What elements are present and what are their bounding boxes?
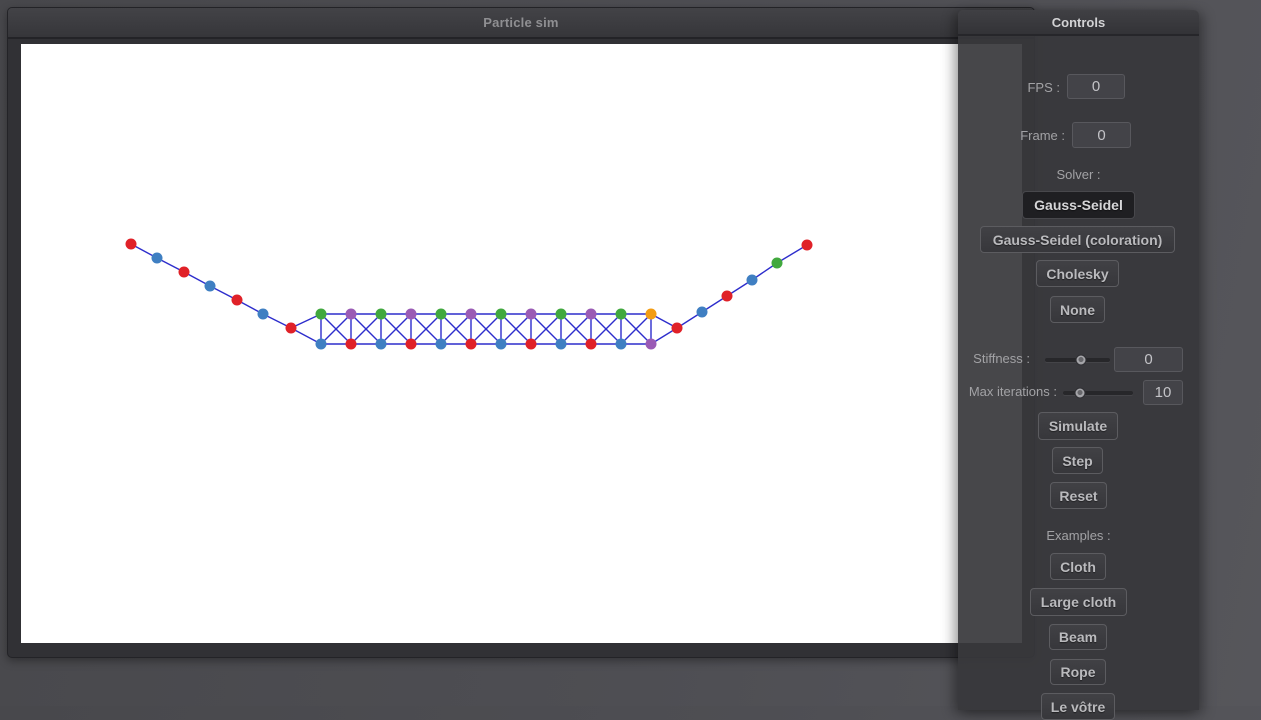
- particle-node[interactable]: [556, 309, 567, 320]
- particle-node[interactable]: [316, 309, 327, 320]
- solver-none-button[interactable]: None: [1050, 296, 1105, 323]
- controls-titlebar[interactable]: Controls: [958, 10, 1199, 36]
- particle-node[interactable]: [406, 339, 417, 350]
- particle-node[interactable]: [205, 281, 216, 292]
- max-iterations-slider[interactable]: [1063, 383, 1133, 403]
- particle-node[interactable]: [672, 323, 683, 334]
- particle-node[interactable]: [346, 339, 357, 350]
- controls-title: Controls: [1052, 15, 1105, 30]
- example-beam-button[interactable]: Beam: [1049, 624, 1107, 650]
- particle-node[interactable]: [586, 339, 597, 350]
- fps-label: FPS :: [958, 81, 1060, 95]
- particle-node[interactable]: [722, 291, 733, 302]
- particle-node[interactable]: [436, 339, 447, 350]
- stiffness-label: Stiffness :: [958, 352, 1030, 366]
- simulate-button[interactable]: Simulate: [1038, 412, 1118, 440]
- particle-node[interactable]: [179, 267, 190, 278]
- particle-node[interactable]: [376, 339, 387, 350]
- stiffness-value-box[interactable]: 0: [1114, 347, 1183, 372]
- max-iterations-slider-thumb[interactable]: [1074, 388, 1085, 399]
- particle-node[interactable]: [232, 295, 243, 306]
- particle-node[interactable]: [126, 239, 137, 250]
- particle-node[interactable]: [556, 339, 567, 350]
- example-rope-button[interactable]: Rope: [1050, 659, 1106, 685]
- particle-node[interactable]: [646, 309, 657, 320]
- particle-node[interactable]: [646, 339, 657, 350]
- particle-node[interactable]: [316, 339, 327, 350]
- particle-node[interactable]: [496, 309, 507, 320]
- fps-value-box: 0: [1067, 74, 1125, 99]
- particle-node[interactable]: [616, 309, 627, 320]
- simulation-canvas[interactable]: [21, 44, 1022, 643]
- particle-node[interactable]: [802, 240, 813, 251]
- example-le-votre-button[interactable]: Le vôtre: [1041, 693, 1115, 720]
- simulation-svg[interactable]: [21, 44, 1022, 643]
- particle-node[interactable]: [586, 309, 597, 320]
- example-cloth-button[interactable]: Cloth: [1050, 553, 1106, 580]
- particle-node[interactable]: [526, 309, 537, 320]
- particle-node[interactable]: [436, 309, 447, 320]
- max-iterations-value-box[interactable]: 10: [1143, 380, 1183, 405]
- max-iterations-label: Max iterations :: [958, 385, 1057, 399]
- solver-gauss-seidel-button[interactable]: Gauss-Seidel: [1022, 191, 1135, 219]
- examples-label: Examples :: [958, 529, 1199, 543]
- particle-node[interactable]: [496, 339, 507, 350]
- controls-window: Controls FPS : 0 Frame : 0 Solver : Gaus…: [958, 10, 1199, 710]
- particle-sim-title: Particle sim: [483, 15, 558, 30]
- particle-node[interactable]: [258, 309, 269, 320]
- solver-label: Solver :: [958, 168, 1199, 182]
- particle-node[interactable]: [152, 253, 163, 264]
- reset-button[interactable]: Reset: [1050, 482, 1107, 509]
- particle-node[interactable]: [466, 339, 477, 350]
- particle-node[interactable]: [406, 309, 417, 320]
- particle-node[interactable]: [376, 309, 387, 320]
- particle-sim-titlebar[interactable]: Particle sim: [8, 8, 1034, 39]
- frame-value-box: 0: [1072, 122, 1131, 148]
- controls-body: FPS : 0 Frame : 0 Solver : Gauss-Seidel …: [958, 36, 1199, 710]
- particle-node[interactable]: [747, 275, 758, 286]
- particle-node[interactable]: [772, 258, 783, 269]
- stiffness-slider[interactable]: [1045, 350, 1110, 370]
- particle-node[interactable]: [697, 307, 708, 318]
- particle-node[interactable]: [286, 323, 297, 334]
- particle-node[interactable]: [346, 309, 357, 320]
- particle-sim-window: Particle sim: [7, 7, 1035, 658]
- stiffness-slider-thumb[interactable]: [1075, 355, 1086, 366]
- solver-gauss-seidel-coloration-button[interactable]: Gauss-Seidel (coloration): [980, 226, 1175, 253]
- step-button[interactable]: Step: [1052, 447, 1103, 474]
- solver-cholesky-button[interactable]: Cholesky: [1036, 260, 1119, 287]
- particle-node[interactable]: [466, 309, 477, 320]
- frame-label: Frame :: [958, 129, 1065, 143]
- particle-node[interactable]: [526, 339, 537, 350]
- example-large-cloth-button[interactable]: Large cloth: [1030, 588, 1127, 616]
- particle-node[interactable]: [616, 339, 627, 350]
